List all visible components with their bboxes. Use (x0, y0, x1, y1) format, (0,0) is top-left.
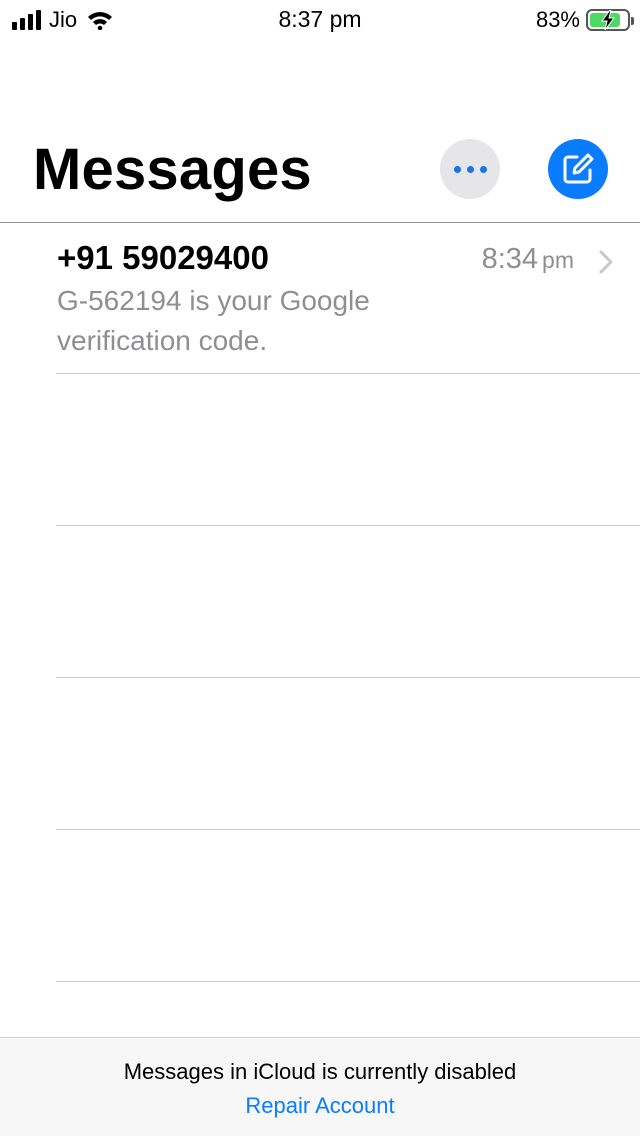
charging-bolt-icon (601, 10, 615, 30)
page-title: Messages (33, 137, 312, 202)
list-divider (56, 829, 640, 830)
ellipsis-icon-dot (453, 165, 461, 173)
battery-icon (586, 9, 634, 31)
icloud-banner: Messages in iCloud is currently disabled… (0, 1037, 640, 1136)
conversation-time-value: 8:34 (481, 243, 539, 275)
repair-account-link[interactable]: Repair Account (0, 1093, 640, 1119)
more-options-button[interactable] (440, 139, 500, 199)
ellipsis-icon-dot (466, 165, 474, 173)
list-divider (56, 677, 640, 678)
list-divider (56, 981, 640, 982)
list-divider (56, 525, 640, 526)
conversation-sender: +91 59029400 (57, 239, 269, 276)
conversation-preview: G-562194 is your Google verification cod… (57, 285, 370, 356)
ellipsis-icon-dot (479, 165, 487, 173)
chevron-right-icon (599, 250, 613, 274)
status-bar: Jio 8:37 pm 83% (0, 0, 640, 40)
battery-cap (631, 17, 634, 25)
conversation-time-suffix: pm (542, 247, 574, 273)
icloud-disabled-message: Messages in iCloud is currently disabled (123, 1059, 517, 1084)
conversation-row[interactable]: +91 59029400 8:34 pm G-562194 is your Goo… (0, 223, 640, 374)
conversation-time: 8:34 pm (482, 243, 574, 276)
list-divider (56, 373, 640, 374)
compose-icon (563, 153, 594, 184)
compose-button[interactable] (548, 139, 608, 199)
messages-screen: Jio 8:37 pm 83% Messages +91 59029400 8:… (0, 0, 640, 1136)
status-bar-right: 83% (535, 7, 634, 33)
battery-percent: 83% (535, 7, 580, 32)
